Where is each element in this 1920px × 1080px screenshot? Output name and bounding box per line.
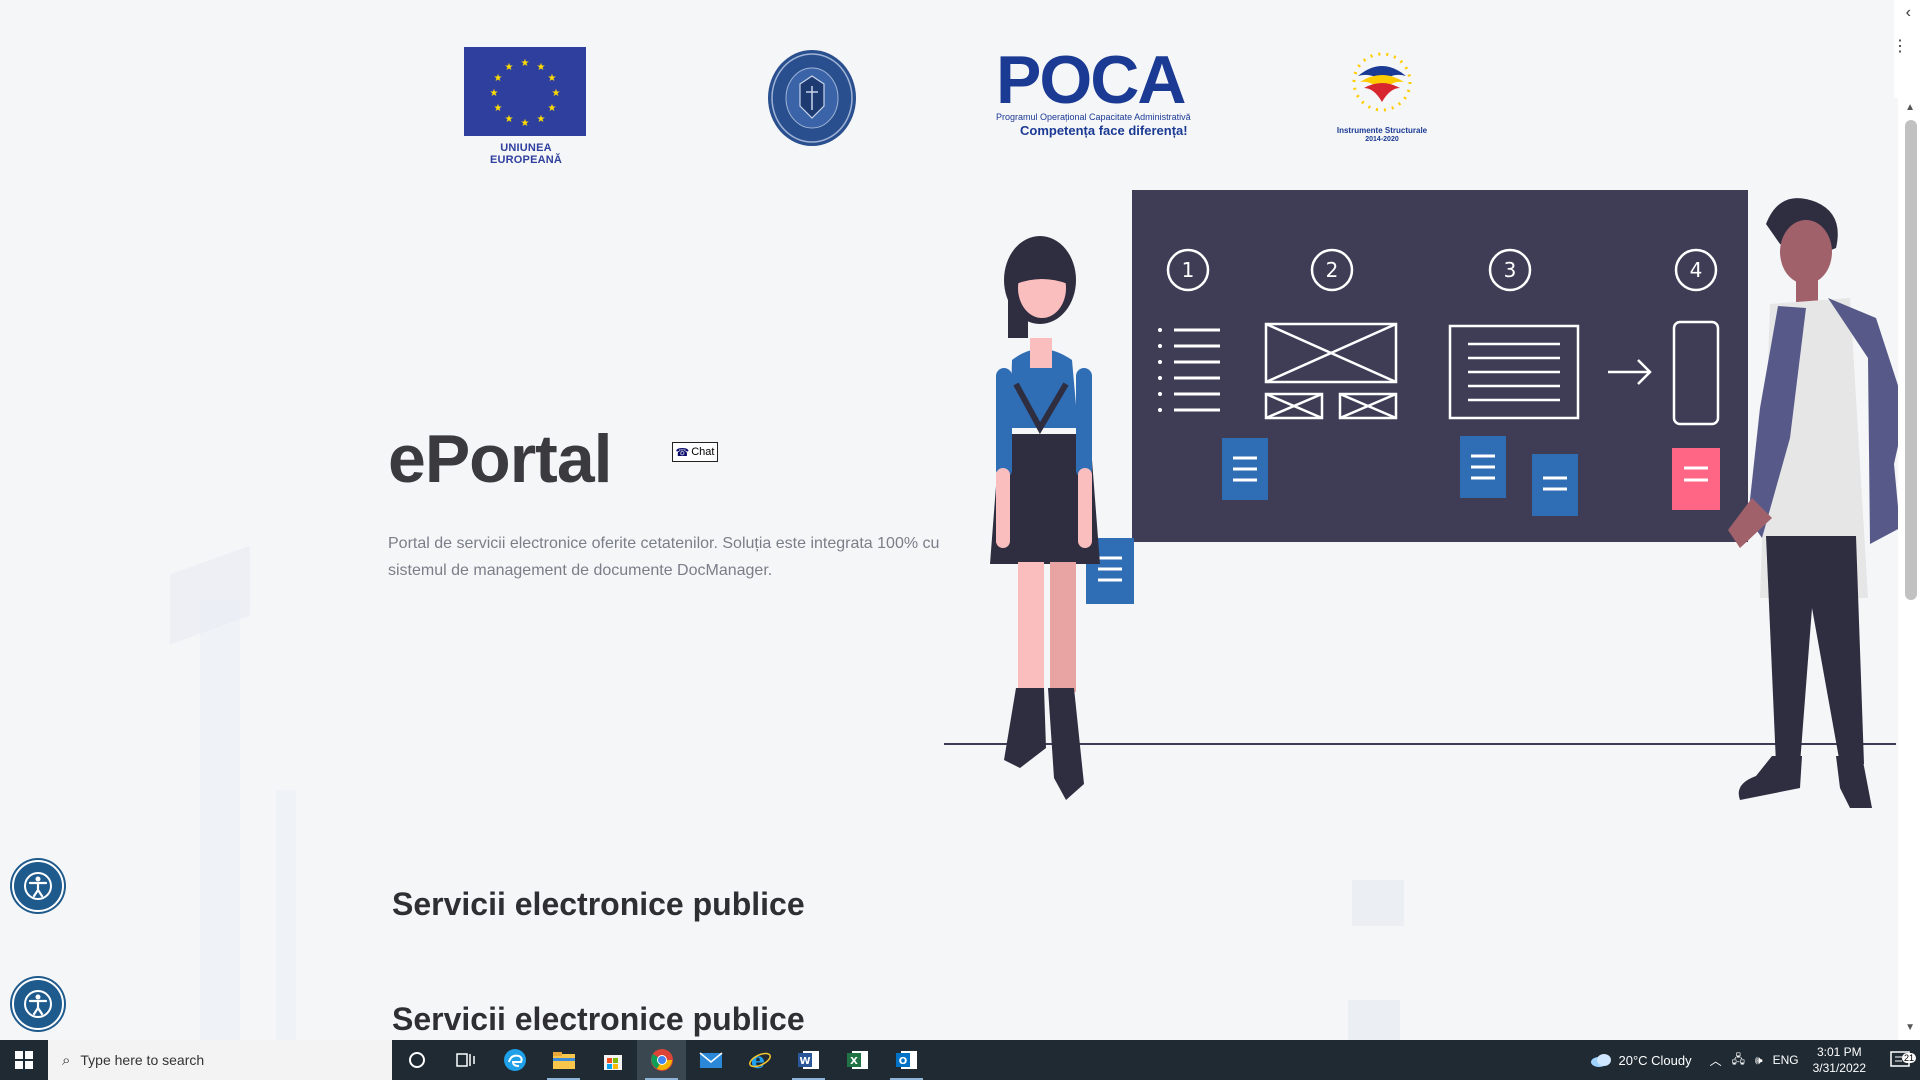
- svg-text:★: ★: [505, 114, 514, 125]
- hero-description: Portal de servicii electronice oferite c…: [388, 535, 940, 579]
- svg-text:W: W: [799, 1056, 810, 1067]
- scroll-up-arrow-icon[interactable]: ▲: [1905, 102, 1915, 113]
- taskbar-search-box[interactable]: ⌕ Type here to search: [48, 1040, 392, 1080]
- man-figure: [1728, 198, 1900, 808]
- weather-widget[interactable]: 20°C Cloudy: [1589, 1052, 1692, 1068]
- chrome-icon: [650, 1049, 673, 1071]
- hero-illustration: 1 2 3 4: [944, 190, 1900, 808]
- svg-text:★: ★: [548, 73, 557, 84]
- poca-slogan: Competența face diferența!: [1020, 123, 1188, 138]
- svg-text:★: ★: [552, 88, 561, 99]
- windows-logo-icon: [15, 1051, 33, 1069]
- browser-page: ★ ★ ★ ★ ★ ★ ★ ★ ★ ★ ★ ★ UNIUNEA EUROPEANĂ POCA P…: [0, 0, 1920, 1040]
- eu-caption: UNIUNEA EUROPEANĂ: [489, 142, 563, 166]
- scroll-thumb[interactable]: [1905, 120, 1917, 600]
- romanian-government-seal-logo: [766, 48, 858, 148]
- section-title-public-services-duplicate: Servicii electronice publice: [392, 1001, 805, 1037]
- task-view-button[interactable]: [441, 1040, 490, 1080]
- svg-text:★: ★: [548, 103, 557, 114]
- search-placeholder: Type here to search: [80, 1052, 205, 1068]
- section-title-public-services: Servicii electronice publice: [392, 886, 805, 922]
- is-caption: Instrumente Structurale: [1336, 126, 1428, 135]
- windows-taskbar: ⌕ Type here to search e W X O 20°C Cloud…: [0, 1040, 1920, 1080]
- network-icon[interactable]: 🖧: [1732, 1050, 1745, 1071]
- clock-date: 3/31/2022: [1812, 1061, 1866, 1075]
- svg-text:★: ★: [494, 103, 503, 114]
- phone-icon: ☎: [675, 446, 690, 459]
- svg-text:e: e: [751, 1048, 765, 1072]
- svg-text:★: ★: [521, 58, 530, 69]
- svg-text:★: ★: [521, 118, 530, 129]
- chevron-up-icon[interactable]: ︿: [1710, 1052, 1722, 1069]
- clock-time: 3:01 PM: [1816, 1045, 1862, 1059]
- accessibility-icon: [24, 872, 52, 900]
- svg-text:★: ★: [537, 62, 546, 73]
- is-years: 2014-2020: [1365, 136, 1399, 143]
- system-tray: 20°C Cloudy ︿ 🖧 🕪 ENG 3:01 PM 3/31/2022 …: [1589, 1040, 1920, 1080]
- cloud-icon: [1590, 1054, 1611, 1067]
- chevron-left-icon[interactable]: ‹: [1906, 4, 1911, 22]
- page-title: ePortal: [388, 421, 613, 497]
- scroll-down-arrow-icon[interactable]: ▼: [1905, 1022, 1915, 1033]
- chat-button[interactable]: ☎ Chat: [672, 442, 718, 462]
- step-number: 4: [1690, 258, 1703, 282]
- poca-logo: POCA Programul Operațional Capacitate Ad…: [996, 46, 1198, 142]
- svg-text:★: ★: [490, 88, 499, 99]
- taskbar-app-outlook[interactable]: O: [882, 1040, 931, 1080]
- taskbar-app-store[interactable]: [588, 1040, 637, 1080]
- bg-decoration: [200, 600, 240, 1040]
- bg-decoration: [1352, 880, 1404, 926]
- taskbar-app-mail[interactable]: [686, 1040, 735, 1080]
- cortana-icon: [408, 1052, 425, 1068]
- woman-figure: [990, 236, 1100, 800]
- svg-text:★: ★: [494, 73, 503, 84]
- eu-flag-logo: ★ ★ ★ ★ ★ ★ ★ ★ ★ ★ ★ ★: [464, 47, 586, 136]
- accessibility-button[interactable]: [12, 860, 64, 912]
- svg-text:O: O: [898, 1056, 907, 1067]
- svg-text:X: X: [850, 1056, 858, 1067]
- side-panel-toggle: ‹ ⋮: [1892, 0, 1920, 98]
- word-icon: W: [797, 1051, 819, 1069]
- outlook-icon: O: [895, 1051, 917, 1069]
- accessibility-button[interactable]: [12, 978, 64, 1030]
- bg-decoration: [1348, 1000, 1400, 1040]
- internet-explorer-icon: e: [748, 1048, 771, 1072]
- weather-text: 20°C Cloudy: [1618, 1052, 1692, 1068]
- step-number: 1: [1182, 258, 1195, 282]
- svg-text:★: ★: [537, 114, 546, 125]
- poca-wordmark: POCA: [996, 42, 1186, 118]
- eu-stars-icon: ★ ★★ ★★★ ★★★ ★★★: [490, 58, 561, 129]
- taskbar-clock[interactable]: 3:01 PM 3/31/2022: [1813, 1044, 1866, 1076]
- notification-center-button[interactable]: 21: [1880, 1051, 1920, 1069]
- bg-decoration: [276, 790, 296, 1040]
- mail-icon: [699, 1052, 722, 1068]
- more-options-icon[interactable]: ⋮: [1892, 39, 1908, 55]
- folder-icon: [552, 1052, 575, 1069]
- taskbar-app-word[interactable]: W: [784, 1040, 833, 1080]
- taskbar-app-internet-explorer[interactable]: e: [735, 1040, 784, 1080]
- step-number: 3: [1504, 258, 1517, 282]
- cortana-button[interactable]: [392, 1040, 441, 1080]
- accessibility-icon: [24, 990, 52, 1018]
- svg-text:★: ★: [505, 62, 514, 73]
- start-button[interactable]: [0, 1040, 48, 1080]
- taskbar-app-file-explorer[interactable]: [539, 1040, 588, 1080]
- vertical-scrollbar[interactable]: ▲ ▼: [1898, 0, 1920, 1040]
- excel-icon: X: [846, 1051, 868, 1069]
- search-icon: ⌕: [62, 1051, 71, 1069]
- input-language[interactable]: ENG: [1773, 1053, 1799, 1067]
- taskbar-app-excel[interactable]: X: [833, 1040, 882, 1080]
- volume-icon[interactable]: 🕪: [1755, 1053, 1763, 1068]
- task-view-icon: [455, 1053, 475, 1067]
- notification-count: 21: [1901, 1053, 1916, 1063]
- poca-program-name: Programul Operațional Capacitate Adminis…: [996, 112, 1191, 122]
- store-icon: [603, 1055, 622, 1070]
- edge-icon: [503, 1049, 526, 1071]
- taskbar-app-edge[interactable]: [490, 1040, 539, 1080]
- taskbar-app-chrome[interactable]: [637, 1040, 686, 1080]
- step-number: 2: [1326, 258, 1339, 282]
- chat-label: Chat: [691, 446, 715, 458]
